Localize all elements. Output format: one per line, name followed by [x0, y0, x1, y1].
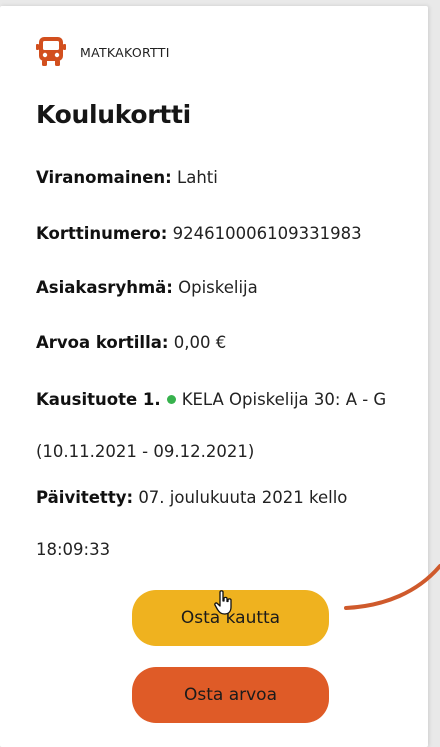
card-title: Koulukortti [36, 100, 191, 129]
hand-cursor-icon [214, 590, 232, 615]
card-number-value: 924610006109331983 [172, 224, 362, 243]
balance-label: Arvoa kortilla: [36, 333, 169, 352]
authority-label: Viranomainen: [36, 168, 172, 187]
updated-label: Päivitetty: [36, 488, 134, 507]
buy-value-button[interactable]: Osta arvoa [132, 667, 329, 723]
customer-group-value: Opiskelija [178, 278, 258, 297]
season-product-label: Kausituote 1. [36, 390, 161, 409]
brand-header: MATKAKORTTI [36, 36, 170, 68]
screen: MATKAKORTTI Koulukortti Viranomainen: La… [0, 0, 440, 747]
info-row-season-product: Kausituote 1. KELA Opiskelija 30: A - G (… [36, 374, 416, 478]
info-row-balance: Arvoa kortilla: 0,00 € [36, 329, 416, 357]
brand-label: MATKAKORTTI [80, 44, 170, 60]
bus-icon [36, 37, 66, 66]
info-row-customer-group: Asiakasryhmä: Opiskelija [36, 274, 416, 302]
annotation-arrow [344, 564, 440, 610]
info-row-authority: Viranomainen: Lahti [36, 164, 416, 192]
card-number-label: Korttinumero: [36, 224, 168, 243]
customer-group-label: Asiakasryhmä: [36, 278, 173, 297]
active-status-dot [166, 395, 176, 404]
balance-value: 0,00 € [173, 333, 227, 352]
info-row-card-number: Korttinumero: 924610006109331983 [36, 220, 416, 248]
authority-value: Lahti [177, 168, 218, 187]
